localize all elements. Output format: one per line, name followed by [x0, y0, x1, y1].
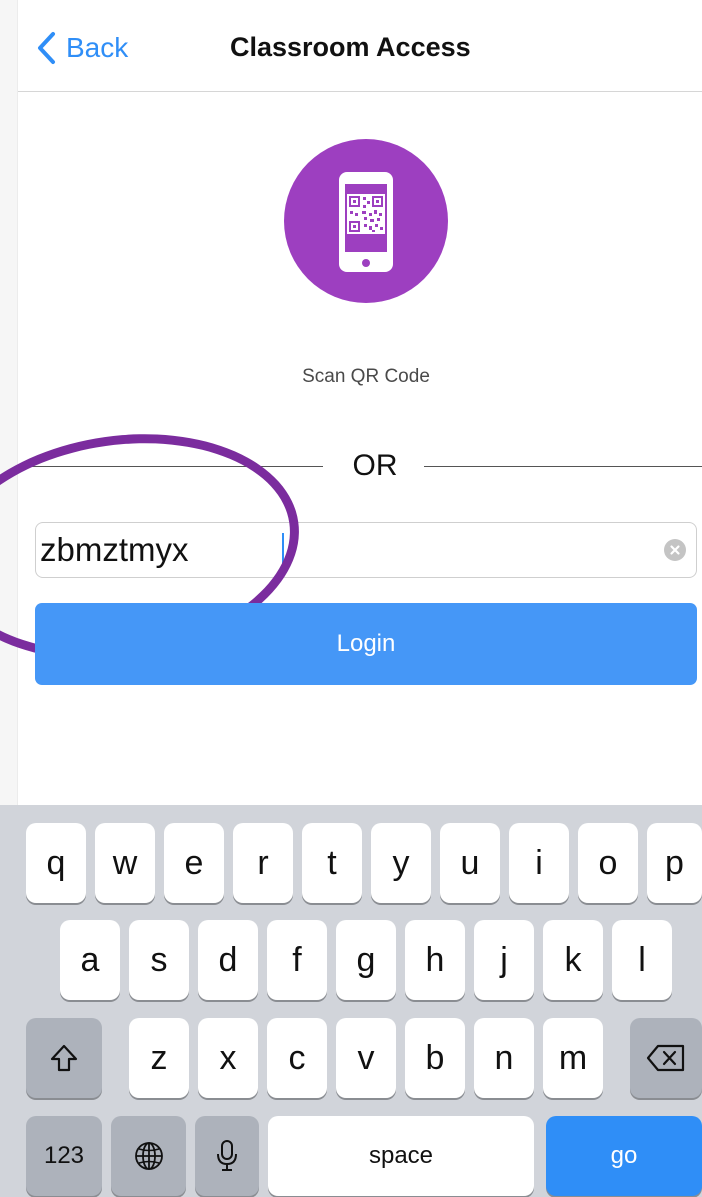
key-d[interactable]: d	[198, 920, 258, 1000]
key-u[interactable]: u	[440, 823, 500, 903]
shift-arrow-icon	[50, 1044, 78, 1072]
key-q[interactable]: q	[26, 823, 86, 903]
space-key[interactable]: space	[268, 1116, 534, 1196]
key-x[interactable]: x	[198, 1018, 258, 1098]
divider-line-right	[424, 466, 702, 467]
left-edge-strip	[0, 0, 18, 805]
or-divider: OR	[18, 447, 702, 487]
phone-qr-icon	[339, 172, 393, 272]
numbers-key[interactable]: 123	[26, 1116, 102, 1196]
back-button[interactable]: Back	[36, 26, 128, 70]
key-l[interactable]: l	[612, 920, 672, 1000]
key-i[interactable]: i	[509, 823, 569, 903]
back-label: Back	[66, 32, 129, 63]
go-key[interactable]: go	[546, 1116, 702, 1196]
scan-qr-button[interactable]	[284, 139, 448, 303]
text-caret	[282, 533, 284, 569]
key-n[interactable]: n	[474, 1018, 534, 1098]
key-o[interactable]: o	[578, 823, 638, 903]
key-h[interactable]: h	[405, 920, 465, 1000]
scan-qr-label: Scan QR Code	[302, 366, 430, 387]
key-m[interactable]: m	[543, 1018, 603, 1098]
divider-line-left	[18, 466, 323, 467]
key-b[interactable]: b	[405, 1018, 465, 1098]
key-v[interactable]: v	[336, 1018, 396, 1098]
key-y[interactable]: y	[371, 823, 431, 903]
app-screen: Back Classroom Access Scan QR Code OR zb…	[0, 0, 702, 1197]
globe-icon	[134, 1142, 163, 1170]
clear-input-button[interactable]	[664, 539, 686, 561]
key-g[interactable]: g	[336, 920, 396, 1000]
login-button[interactable]: Login	[35, 603, 697, 685]
page-title: Classroom Access	[230, 32, 471, 62]
backspace-icon	[646, 1044, 685, 1072]
microphone-icon	[217, 1140, 237, 1171]
key-w[interactable]: w	[95, 823, 155, 903]
key-t[interactable]: t	[302, 823, 362, 903]
class-code-input[interactable]	[36, 523, 646, 577]
class-code-field[interactable]	[35, 522, 697, 578]
key-r[interactable]: r	[233, 823, 293, 903]
key-z[interactable]: z	[129, 1018, 189, 1098]
key-s[interactable]: s	[129, 920, 189, 1000]
keyboard: q w e r t y u i o p a s d f g h j k l z …	[0, 805, 702, 1197]
or-text: OR	[352, 449, 398, 482]
key-e[interactable]: e	[164, 823, 224, 903]
key-a[interactable]: a	[60, 920, 120, 1000]
navigation-bar: Back Classroom Access	[18, 0, 702, 92]
chevron-left-icon	[38, 32, 55, 64]
shift-key[interactable]	[26, 1018, 102, 1098]
globe-key[interactable]	[111, 1116, 186, 1196]
key-k[interactable]: k	[543, 920, 603, 1000]
delete-key[interactable]	[630, 1018, 702, 1098]
dictation-key[interactable]	[195, 1116, 259, 1196]
key-j[interactable]: j	[474, 920, 534, 1000]
key-c[interactable]: c	[267, 1018, 327, 1098]
clear-x-icon	[670, 545, 680, 555]
key-f[interactable]: f	[267, 920, 327, 1000]
key-p[interactable]: p	[647, 823, 702, 903]
